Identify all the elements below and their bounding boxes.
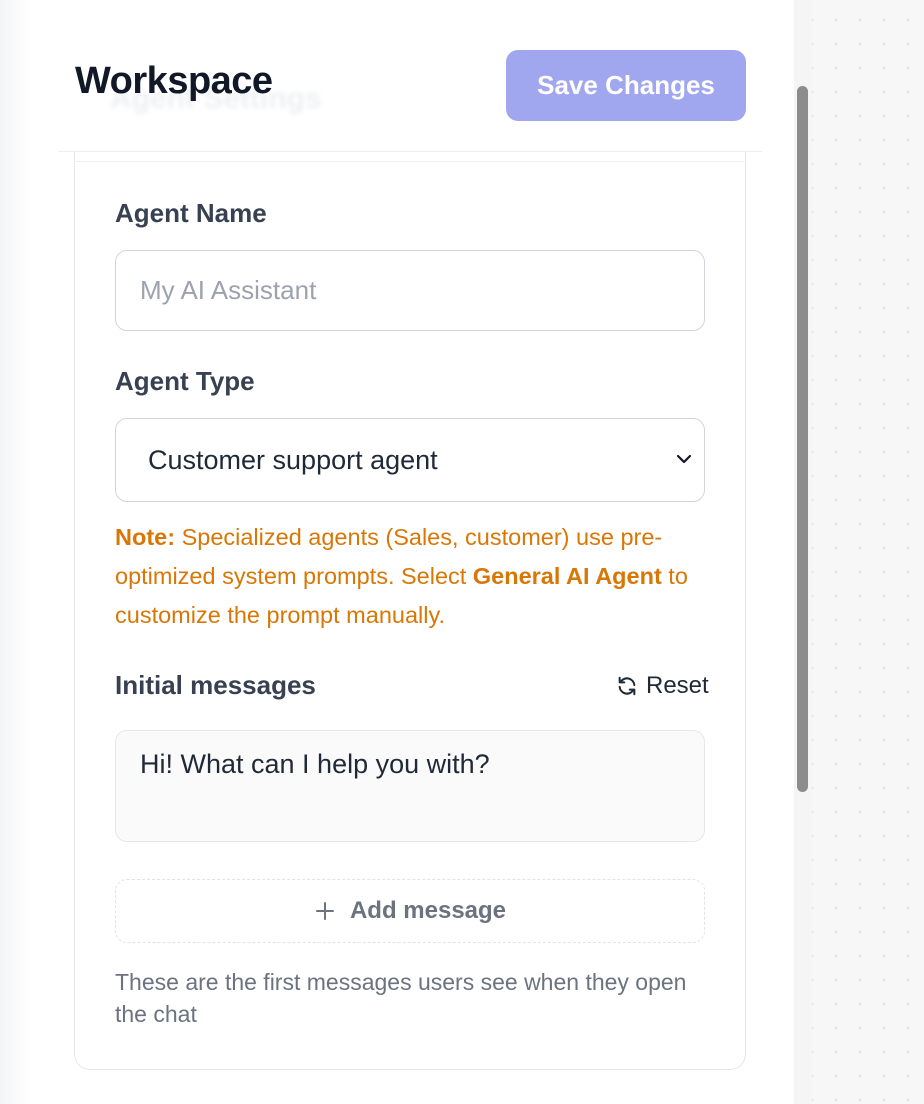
agent-type-note: Note: Specialized agents (Sales, custome…	[115, 518, 705, 635]
agent-name-input[interactable]: My AI Assistant	[115, 250, 705, 331]
dotted-background-panel	[812, 0, 924, 1104]
agent-type-select[interactable]: Customer support agent	[115, 418, 705, 502]
page-title: Workspace	[75, 60, 273, 102]
reset-label: Reset	[646, 672, 709, 699]
initial-message-textarea[interactable]: Hi! What can I help you with?	[115, 730, 705, 842]
agent-name-label: Agent Name	[115, 198, 267, 228]
divider	[74, 161, 746, 162]
save-changes-button[interactable]: Save Changes	[506, 50, 746, 121]
agent-type-label: Agent Type	[115, 366, 255, 396]
scrollbar-thumb[interactable]	[797, 86, 808, 792]
reset-button[interactable]: Reset	[616, 672, 709, 700]
initial-messages-label: Initial messages	[115, 670, 316, 700]
agent-type-selected-value: Customer support agent	[148, 444, 438, 475]
initial-messages-help-text: These are the first messages users see w…	[115, 969, 687, 1027]
add-message-label: Add message	[349, 897, 507, 924]
plus-icon	[315, 902, 334, 920]
refresh-icon	[618, 676, 636, 696]
add-message-button[interactable]: Add message	[115, 879, 705, 943]
chevron-down-icon	[676, 454, 692, 464]
agent-name-placeholder: My AI Assistant	[140, 275, 317, 305]
left-edge-shadow	[0, 0, 30, 1104]
note-prefix: Note:	[115, 524, 176, 550]
note-emphasis: General AI Agent	[472, 563, 662, 589]
